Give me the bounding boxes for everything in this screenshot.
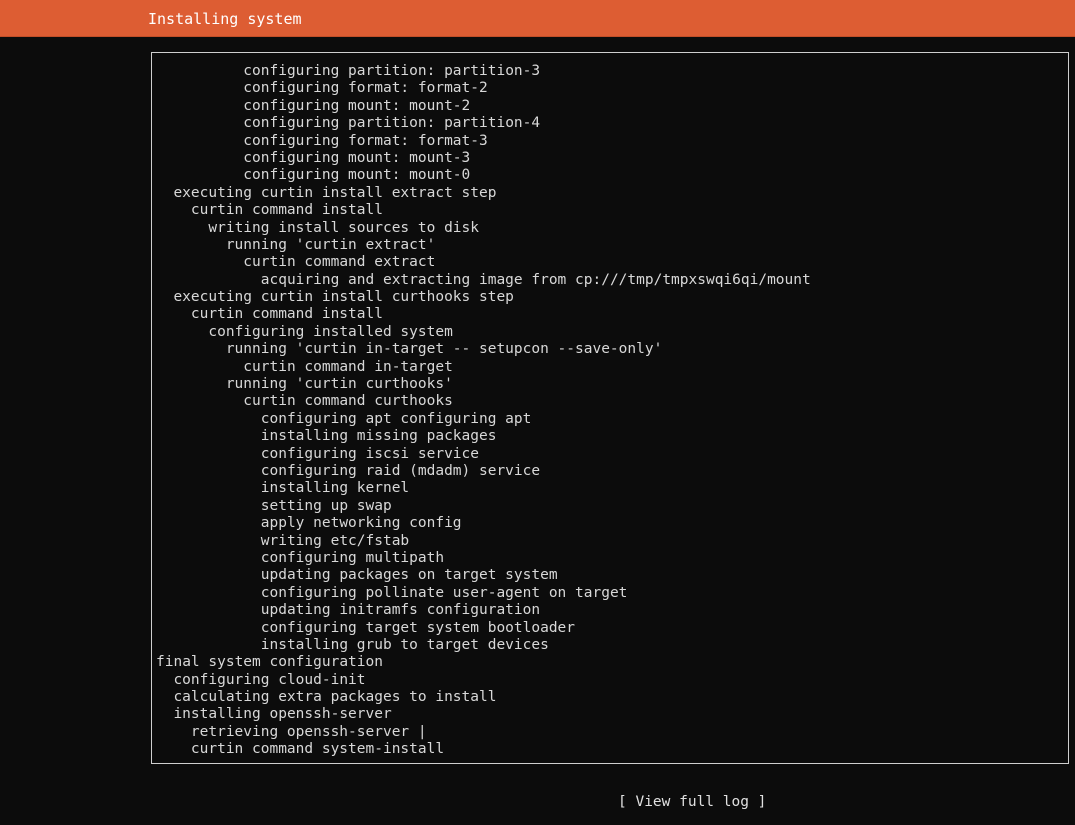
log-line: calculating extra packages to install — [173, 689, 497, 706]
log-line: updating initramfs configuration — [260, 602, 541, 619]
log-line: running 'curtin in-target -- setupcon --… — [225, 341, 663, 358]
log-line: setting up swap — [260, 497, 392, 514]
page-title: Installing system — [148, 10, 302, 28]
log-line: configuring partition: partition-4 — [243, 115, 541, 132]
log-line: executing curtin install curthooks step — [173, 289, 514, 306]
log-line: curtin command install — [190, 306, 383, 323]
log-line: updating packages on target system — [260, 567, 558, 584]
log-line: configuring mount: mount-2 — [243, 97, 471, 114]
log-line: configuring format: format-3 — [243, 132, 488, 149]
log-line: configuring mount: mount-0 — [243, 167, 471, 184]
view-full-log-button[interactable]: [ View full log ] — [618, 792, 766, 812]
log-line: configuring cloud-init — [173, 671, 366, 688]
log-line: curtin command in-target — [243, 358, 453, 375]
log-line: running 'curtin extract' — [225, 236, 436, 253]
title-bar: Installing system — [0, 0, 1075, 37]
log-line: configuring iscsi service — [260, 445, 479, 462]
log-line: curtin command extract — [243, 254, 436, 271]
log-line: configuring format: format-2 — [243, 80, 488, 97]
log-line: configuring pollinate user-agent on targ… — [260, 584, 628, 601]
log-line: acquiring and extracting image from cp:/… — [260, 271, 811, 288]
log-line: running 'curtin curthooks' — [225, 376, 453, 393]
log-line: configuring mount: mount-3 — [243, 149, 471, 166]
install-log-panel[interactable]: configuring partition: partition-3 config… — [151, 52, 1069, 764]
log-line: curtin command install — [190, 202, 383, 219]
log-line: installing missing packages — [260, 428, 497, 445]
log-line: configuring target system bootloader — [260, 619, 576, 636]
install-log-list: configuring partition: partition-3 config… — [156, 63, 811, 759]
log-line: installing grub to target devices — [260, 636, 549, 653]
log-line: executing curtin install extract step — [173, 184, 497, 201]
log-line: curtin command curthooks — [243, 393, 453, 410]
log-line: installing kernel — [260, 480, 410, 497]
log-line: configuring installed system — [208, 323, 453, 340]
log-line: configuring partition: partition-3 — [243, 63, 541, 79]
log-line: writing install sources to disk — [208, 219, 479, 236]
log-line: configuring multipath — [260, 549, 445, 566]
log-line: installing openssh-server — [173, 706, 392, 723]
log-line: writing etc/fstab — [260, 532, 410, 549]
log-line: apply networking config — [260, 515, 462, 532]
log-line: configuring raid (mdadm) service — [260, 462, 541, 479]
log-line: final system configuration — [156, 654, 383, 671]
log-line: retrieving openssh-server | — [190, 723, 427, 740]
log-line: configuring apt configuring apt — [260, 410, 532, 427]
log-line: curtin command system-install — [190, 741, 445, 758]
